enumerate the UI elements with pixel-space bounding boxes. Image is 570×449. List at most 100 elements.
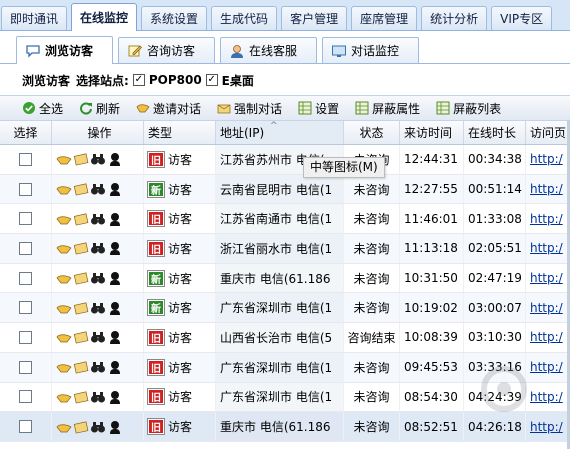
row-checkbox[interactable] [19, 271, 32, 285]
col-online-duration[interactable]: 在线时长 [464, 121, 526, 144]
force-chat-icon[interactable] [73, 301, 89, 315]
visit-page-link[interactable]: http:/ [530, 182, 563, 196]
block-user-icon[interactable] [107, 271, 123, 286]
invite-icon[interactable] [56, 212, 72, 226]
select-all-button[interactable]: 全选 [22, 100, 63, 117]
col-visit-time[interactable]: 来访时间 [400, 121, 464, 144]
block-user-icon[interactable] [107, 330, 123, 345]
tab-statistics[interactable]: 统计分析 [421, 6, 488, 30]
block-user-icon[interactable] [107, 360, 123, 375]
force-chat-icon[interactable] [73, 182, 89, 196]
row-checkbox[interactable] [19, 212, 32, 226]
table-row[interactable]: 旧访客 江苏省南通市 电信(1 未咨询 11:46:01 01:33:08 ht… [0, 204, 570, 235]
tab-system-settings[interactable]: 系统设置 [141, 6, 208, 30]
row-checkbox[interactable] [19, 301, 32, 315]
binoculars-icon[interactable] [90, 301, 106, 315]
subtab-browsing-visitors[interactable]: 浏览访客 [16, 36, 113, 64]
binoculars-icon[interactable] [90, 152, 106, 166]
table-row[interactable]: 旧访客 浙江省丽水市 电信(1 未咨询 11:13:18 02:05:51 ht… [0, 234, 570, 264]
row-checkbox[interactable] [19, 390, 32, 404]
invite-icon[interactable] [56, 390, 72, 404]
col-select[interactable]: 选择 [0, 121, 52, 144]
row-checkbox[interactable] [19, 182, 32, 196]
binoculars-icon[interactable] [90, 182, 106, 196]
invite-icon[interactable] [56, 360, 72, 374]
force-chat-icon[interactable] [73, 360, 89, 374]
table-row[interactable]: 旧访客 江苏省苏州市 电信( 未咨询 12:44:31 00:34:38 htt… [0, 145, 570, 175]
table-row[interactable]: 新访客 重庆市 电信(61.186 未咨询 10:31:50 02:47:19 … [0, 263, 570, 294]
row-checkbox[interactable] [19, 420, 32, 434]
settings-button[interactable]: 设置 [298, 100, 339, 117]
tab-vip[interactable]: VIP专区 [491, 6, 553, 30]
subtab-online-service[interactable]: 在线客服 [220, 37, 317, 63]
block-user-icon[interactable] [107, 390, 123, 404]
binoculars-icon[interactable] [90, 330, 106, 344]
visit-page-link[interactable]: http:/ [530, 152, 563, 166]
block-user-icon[interactable] [107, 241, 123, 256]
row-checkbox[interactable] [19, 152, 32, 166]
site-edesk-checkbox[interactable]: ✓ [205, 74, 218, 86]
row-checkbox[interactable] [19, 241, 32, 255]
binoculars-icon[interactable] [90, 360, 106, 374]
col-action[interactable]: 操作 [52, 121, 144, 144]
row-checkbox[interactable] [19, 360, 32, 374]
tab-seat-management[interactable]: 座席管理 [351, 6, 418, 30]
tab-online-monitor[interactable]: 在线监控 [71, 3, 138, 31]
invite-icon[interactable] [56, 271, 72, 285]
force-chat-icon[interactable] [73, 271, 89, 285]
row-address: 广东省深圳市 电信(1 [216, 352, 344, 382]
visit-page-link[interactable]: http:/ [530, 271, 563, 285]
visitor-badge: 旧 [147, 358, 165, 376]
force-chat-button[interactable]: 强制对话 [217, 100, 282, 117]
force-chat-icon[interactable] [73, 241, 89, 255]
settings-label: 设置 [315, 101, 340, 116]
invite-icon[interactable] [56, 301, 72, 315]
block-list-button[interactable]: 屏蔽列表 [436, 100, 501, 117]
row-address: 广东省深圳市 电信(1 [216, 293, 344, 323]
row-checkbox[interactable] [19, 330, 32, 344]
subtab-chat-monitor[interactable]: 对话监控 [322, 37, 419, 63]
binoculars-icon[interactable] [90, 212, 106, 226]
visit-page-link[interactable]: http:/ [530, 301, 563, 315]
col-address[interactable]: 地址(IP) ^ [216, 121, 344, 144]
force-chat-icon[interactable] [73, 330, 89, 345]
binoculars-icon[interactable] [90, 390, 106, 404]
force-chat-icon[interactable] [73, 212, 89, 226]
subtab-consulting-visitors[interactable]: 咨询访客 [118, 37, 215, 63]
force-chat-icon[interactable] [73, 390, 89, 404]
col-state[interactable]: 状态 [344, 121, 400, 144]
invite-chat-button[interactable]: 邀请对话 [136, 100, 201, 117]
visit-page-link[interactable]: http:/ [530, 241, 563, 255]
block-user-icon[interactable] [107, 212, 123, 226]
col-visit-page[interactable]: 访问页 [526, 121, 570, 144]
binoculars-icon[interactable] [90, 241, 106, 255]
visit-page-link[interactable]: http:/ [530, 330, 563, 344]
col-type[interactable]: 类型 [144, 121, 216, 144]
invite-icon[interactable] [56, 420, 72, 434]
table-row[interactable]: 旧访客 山西省长治市 电信(5 咨询结束 10:08:39 03:10:30 h… [0, 323, 570, 353]
table-row[interactable]: 新访客 广东省深圳市 电信(1 未咨询 10:19:02 03:00:07 ht… [0, 293, 570, 324]
invite-icon[interactable] [56, 241, 72, 255]
invite-icon[interactable] [56, 182, 72, 196]
invite-icon[interactable] [56, 330, 72, 344]
block-user-icon[interactable] [107, 152, 123, 167]
block-properties-button[interactable]: 屏蔽属性 [355, 100, 420, 117]
tab-generate-code[interactable]: 生成代码 [211, 6, 278, 30]
block-user-icon[interactable] [107, 420, 123, 434]
invite-icon[interactable] [56, 152, 72, 166]
visitor-badge: 旧 [147, 210, 165, 228]
tab-customer-management[interactable]: 客户管理 [281, 6, 348, 30]
grid-settings-icon [298, 101, 312, 115]
table-row[interactable]: 新访客 云南省昆明市 电信(1 未咨询 12:27:55 00:51:14 ht… [0, 174, 570, 205]
force-chat-icon[interactable] [73, 152, 89, 166]
block-user-icon[interactable] [107, 182, 123, 197]
visit-page-link[interactable]: http:/ [530, 212, 563, 226]
force-chat-icon[interactable] [73, 420, 89, 434]
refresh-button[interactable]: 刷新 [79, 100, 120, 117]
site-pop800-checkbox[interactable]: ✓ [132, 74, 145, 86]
tab-instant-messaging[interactable]: 即时通讯 [1, 6, 68, 30]
binoculars-icon[interactable] [90, 271, 106, 285]
block-user-icon[interactable] [107, 301, 123, 315]
binoculars-icon[interactable] [90, 420, 106, 434]
row-address: 江苏省南通市 电信(1 [216, 204, 344, 234]
